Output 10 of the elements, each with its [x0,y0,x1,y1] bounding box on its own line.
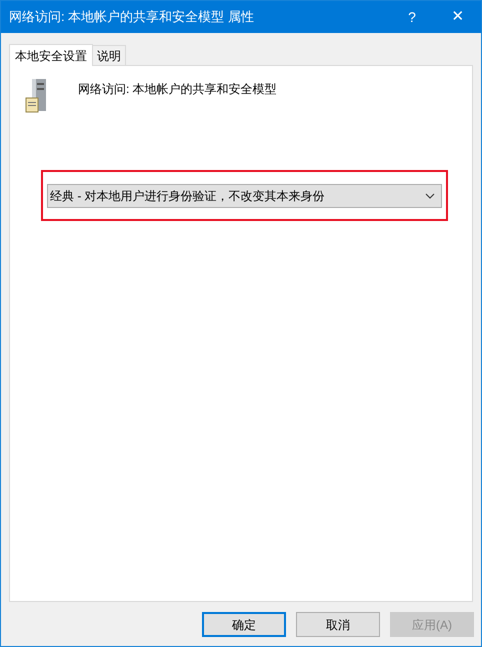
dialog-button[interactable]: 取消 [296,612,380,637]
policy-name: 网络访问: 本地帐户的共享和安全模型 [78,81,277,98]
dialog-button[interactable]: 确定 [202,612,286,637]
tab[interactable]: 本地安全设置 [9,44,93,66]
close-button[interactable]: ✕ [435,1,481,33]
window-title: 网络访问: 本地帐户的共享和安全模型 属性 [9,8,255,26]
dropdown[interactable]: 经典 - 对本地用户进行身份验证，不改变其本来身份 [47,184,442,208]
tab[interactable]: 说明 [93,45,126,65]
chevron-down-icon [425,192,435,198]
help-button[interactable]: ? [389,1,435,33]
